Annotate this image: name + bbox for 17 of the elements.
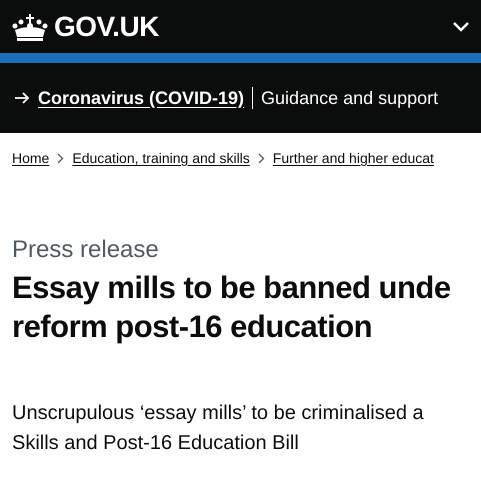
chevron-icon [453,22,469,32]
document-type: Press release [12,236,160,264]
arrow-icon [14,91,30,105]
coronavirus-link[interactable]: Coronavirus (COVID-19) [38,88,244,108]
breadcrumb-link[interactable]: Further and higher educat [272,150,434,166]
govuk-logo[interactable]: GOV.UK [12,10,159,42]
breadcrumb-link[interactable]: Education, training and skills [72,150,250,166]
chevron-icon [57,152,64,164]
chevron-icon [258,152,265,164]
menu-toggle[interactable] [453,22,469,32]
guidance-text: Guidance and support [261,88,438,108]
summary-line: Unscrupulous ‘essay mills’ to be criminalised a [12,401,424,426]
crown-icon [12,12,48,42]
page-title-line: Essay mills to be banned unde [12,269,451,307]
page-title-line: reform post-16 education [12,308,372,346]
breadcrumb-link[interactable]: Home [12,150,50,166]
summary-line: Skills and Post-16 Education Bill [12,431,299,456]
